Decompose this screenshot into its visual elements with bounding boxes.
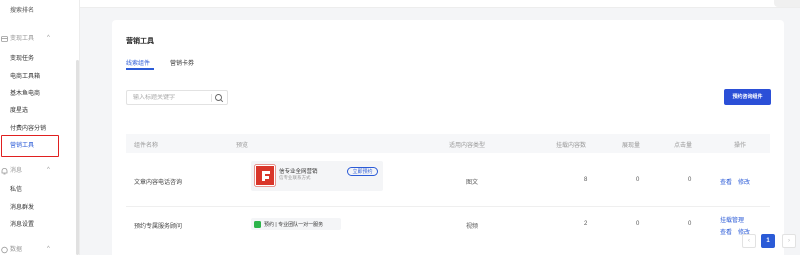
preview-card: 信专业全网营销 信专业联系方式 立即预约 (251, 161, 383, 191)
bell-icon (1, 168, 8, 175)
preview-chip: 预约 | 专业团队一对一服务 (251, 218, 341, 230)
column-header-content-type: 适用内容类型 (449, 143, 486, 149)
chevron-up-icon: ^ (47, 246, 50, 252)
sidebar-item-group-messages[interactable]: 消息群发 (10, 204, 34, 212)
impressions: 0 (636, 177, 640, 183)
sidebar-item-search-ranking[interactable]: 搜索排名 (10, 7, 34, 15)
column-header-preview: 预览 (236, 143, 249, 149)
sidebar-item-ecommerce-toolbox[interactable]: 电商工具箱 (10, 73, 40, 81)
sidebar-scrollbar[interactable] (76, 60, 79, 255)
pagination-page-1[interactable]: 1 (761, 234, 775, 248)
preview-subtitle: 信专业联系方式 (279, 175, 311, 180)
column-header-mounted-count: 挂载内容数 (556, 143, 587, 149)
create-appointment-component-button[interactable]: 预约咨询组件 (724, 89, 771, 105)
content-type: 图文 (466, 180, 479, 186)
main-card: 营销工具 线索组件 营销卡券 预约咨询组件 组件名称 预览 适用内容类型 挂载内… (112, 20, 784, 255)
edit-link[interactable]: 修改 (738, 177, 750, 186)
column-header-clicks: 点击量 (674, 143, 693, 149)
mounted-count: 2 (584, 221, 588, 227)
preview-chip-text: 预约 | 专业团队一对一服务 (264, 222, 324, 228)
chevron-up-icon: ^ (47, 35, 50, 41)
component-name: 文章内容电话咨询 (134, 180, 183, 186)
table-row: 预约专属服务顾问 预约 | 专业团队一对一服务 视频 2 0 0 挂载管理 查看… (126, 207, 770, 245)
table-row: 文章内容电话咨询 信专业全网营销 信专业联系方式 立即预约 图文 8 0 0 查… (126, 153, 770, 207)
brand-logo-icon (255, 165, 275, 186)
top-bar-corner (774, 0, 800, 7)
search-divider (211, 94, 212, 102)
column-header-name: 组件名称 (134, 143, 159, 149)
sidebar-item-paid-content[interactable]: 付费内容分销 (10, 125, 46, 133)
sidebar-item-duxingxuan[interactable]: 度星选 (10, 107, 28, 115)
sidebar-item-marketing-tools[interactable]: 营销工具 (1, 135, 59, 157)
page-title: 营销工具 (126, 38, 154, 45)
clicks: 0 (688, 177, 692, 183)
sidebar-item-label: 营销工具 (10, 143, 35, 149)
sidebar-item-jimuyu-ecommerce[interactable]: 基木鱼电商 (10, 90, 40, 98)
active-tab-indicator (126, 68, 154, 70)
preview-book-now-button: 立即预约 (347, 167, 378, 176)
view-link[interactable]: 查看 (720, 177, 732, 186)
top-bar (80, 0, 800, 8)
wallet-icon (1, 36, 8, 42)
calendar-icon (254, 220, 261, 228)
clicks: 0 (688, 221, 692, 227)
preview-title: 信专业全网营销 (279, 169, 318, 175)
sidebar-item-monetization-tasks[interactable]: 变现任务 (10, 55, 34, 63)
impressions: 0 (636, 221, 640, 227)
sidebar-group-label: 变现工具 (10, 36, 35, 42)
table-header: 组件名称 预览 适用内容类型 挂载内容数 展现量 点击量 操作 (126, 134, 770, 153)
sidebar-item-message-settings[interactable]: 消息设置 (10, 221, 34, 229)
mount-management-link[interactable]: 挂载管理 (720, 215, 744, 224)
sidebar-item-private-messages[interactable]: 私信 (10, 186, 22, 194)
view-link[interactable]: 查看 (720, 227, 732, 236)
sidebar: 搜索排名 变现工具 ^ 变现任务 电商工具箱 基木鱼电商 度星选 付费内容分销 … (0, 0, 80, 255)
tab-lead-components[interactable]: 线索组件 (126, 58, 150, 67)
mounted-count: 8 (584, 177, 588, 183)
search-box[interactable] (126, 90, 228, 105)
component-name: 预约专属服务顾问 (134, 224, 183, 230)
tab-marketing-coupons[interactable]: 营销卡券 (170, 58, 194, 67)
sidebar-group-label: 消息 (10, 168, 23, 174)
search-icon[interactable] (214, 93, 224, 103)
content-type: 视频 (466, 224, 479, 230)
column-header-actions: 操作 (734, 143, 747, 149)
sidebar-group-label: 数据 (10, 247, 23, 253)
chart-icon (1, 246, 8, 254)
search-input[interactable] (133, 94, 213, 102)
pagination-next-button[interactable]: › (782, 234, 796, 248)
chevron-up-icon: ^ (47, 167, 50, 173)
column-header-impressions: 展现量 (622, 143, 641, 149)
pagination-prev-button[interactable]: ‹ (742, 234, 756, 248)
